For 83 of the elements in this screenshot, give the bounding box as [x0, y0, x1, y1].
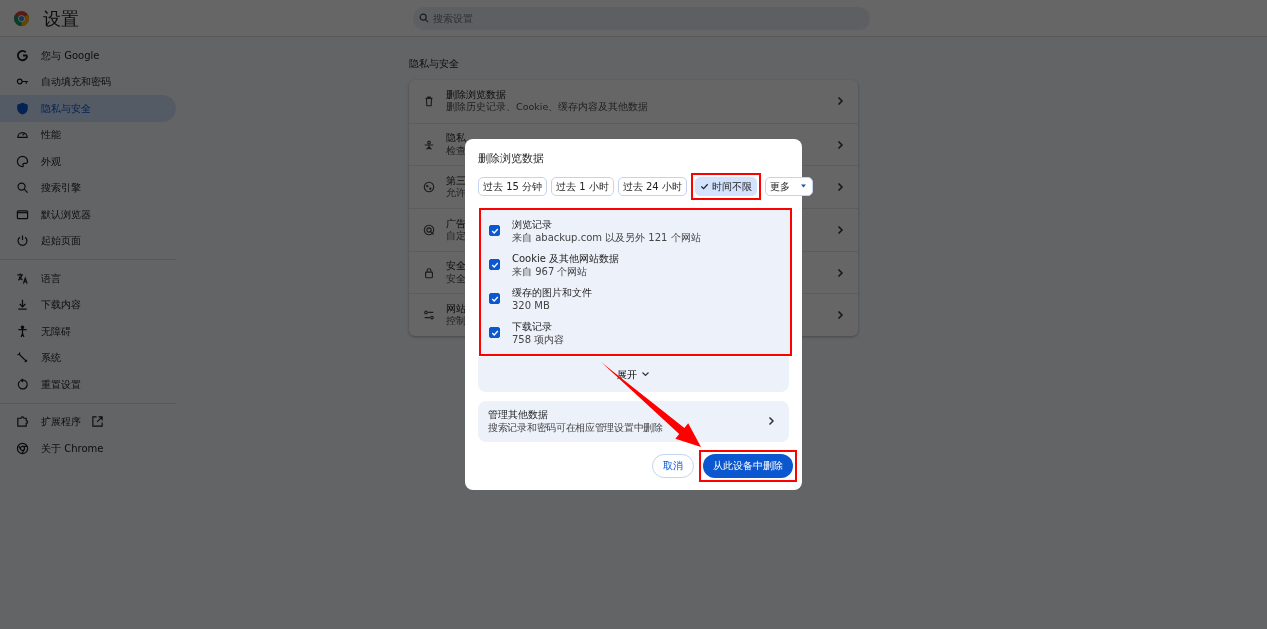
google-g-icon [16, 48, 29, 62]
row-subtitle: 安全 [446, 272, 466, 285]
lock-icon [423, 266, 435, 279]
expand-button[interactable]: 展开 [478, 356, 789, 392]
page-title: 设置 [43, 6, 80, 31]
checkbox[interactable] [489, 225, 500, 236]
accessibility-icon [16, 324, 29, 338]
translate-icon [16, 271, 29, 285]
shield-icon [16, 101, 29, 115]
checkbox-row[interactable]: 缓存的图片和文件 320 MB [481, 281, 790, 316]
chevron-right-icon [836, 182, 844, 193]
sidebar-item[interactable]: 系统 [0, 344, 176, 371]
item-detail: 320 MB [512, 298, 551, 312]
checkbox[interactable] [489, 293, 500, 304]
row-title: 广告 [446, 217, 466, 230]
checkbox[interactable] [489, 259, 500, 270]
row-title: 删除浏览数据 [446, 89, 506, 102]
target-icon [423, 223, 435, 236]
row-title: 第三 [446, 174, 466, 188]
time-range-chip[interactable]: 时间不限 [694, 176, 757, 196]
row-title: 网站 [446, 302, 466, 316]
trash-icon [423, 95, 435, 108]
sliders-icon [423, 309, 435, 322]
checkbox[interactable] [489, 327, 500, 338]
item-title: 浏览记录 [512, 217, 553, 231]
sidebar-item[interactable]: 起始页面 [0, 227, 176, 254]
row-subtitle: 控制 [446, 315, 466, 328]
chevron-right-icon [836, 139, 844, 150]
row-subtitle: 允许 [446, 187, 466, 200]
chevron-right-icon [836, 310, 844, 321]
check-icon [699, 181, 709, 191]
sidebar-item[interactable]: 扩展程序 [0, 408, 176, 435]
row-subtitle: 搜索记录和密码可在相应管理设置中删除 [488, 421, 664, 434]
sidebar-item[interactable]: 关于 Chrome [0, 435, 176, 462]
item-title: 缓存的图片和文件 [512, 285, 592, 299]
sidebar-item[interactable]: 重置设置 [0, 371, 176, 398]
time-range-chip[interactable]: 过去 1 小时 [551, 176, 614, 196]
sidebar-item[interactable]: 无障碍 [0, 318, 176, 345]
search-icon [419, 13, 429, 23]
browser-window-icon [16, 207, 29, 221]
section-title: 隐私与安全 [409, 57, 460, 71]
item-detail: 来自 967 个网站 [512, 264, 589, 278]
delete-button[interactable]: 从此设备中删除 [703, 453, 793, 478]
chrome-icon [16, 441, 29, 455]
chevron-down-icon [641, 371, 650, 377]
palette-icon [16, 154, 29, 168]
time-range-chip[interactable]: 过去 15 分钟 [478, 176, 548, 196]
cookie-icon [423, 181, 435, 194]
checkbox-row[interactable]: 下载记录 758 项内容 [481, 315, 790, 350]
sidebar-item[interactable]: 自动填充和密码 [0, 68, 176, 95]
sidebar-item[interactable]: 默认浏览器 [0, 201, 176, 228]
checkbox-row[interactable]: Cookie 及其他网站数据 来自 967 个网站 [481, 247, 790, 282]
chevron-right-icon [836, 96, 844, 107]
chrome-logo-icon [14, 10, 29, 26]
cancel-button[interactable]: 取消 [652, 453, 694, 478]
row-title: 隐私 [446, 132, 466, 145]
sidebar-item[interactable]: 隐私与安全 [0, 95, 176, 122]
sidebar-item[interactable]: 下载内容 [0, 291, 176, 318]
manage-data-row[interactable]: 管理其他数据 搜索记录和密码可在相应管理设置中删除 [478, 400, 789, 442]
reset-icon [16, 377, 29, 391]
puzzle-icon [16, 415, 29, 429]
sidebar-item[interactable]: 语言 [0, 265, 176, 292]
search-icon [16, 181, 29, 195]
chevron-right-icon [836, 224, 844, 235]
sidebar-item[interactable]: 搜索引擎 [0, 174, 176, 201]
row-title: 安全 [446, 260, 466, 273]
sidebar-item[interactable]: 您与 Google [0, 42, 176, 69]
sidebar-item[interactable]: 外观 [0, 148, 176, 175]
row-subtitle: 检查 [446, 144, 466, 157]
item-detail: 758 项内容 [512, 332, 565, 346]
item-title: 下载记录 [512, 319, 553, 333]
checkbox-row[interactable]: 浏览记录 来自 abackup.com 以及另外 121 个网站 [481, 213, 790, 248]
row-title: 管理其他数据 [488, 408, 549, 421]
row-subtitle: 自定 [446, 229, 466, 243]
item-detail: 来自 abackup.com 以及另外 121 个网站 [512, 230, 701, 244]
item-title: Cookie 及其他网站数据 [512, 251, 620, 265]
dialog-title: 删除浏览数据 [478, 151, 545, 167]
power-icon [16, 234, 29, 248]
download-icon [16, 298, 29, 312]
time-range-chip[interactable]: 过去 24 小时 [617, 176, 687, 196]
more-dropdown[interactable]: 更多 [764, 176, 813, 196]
chevron-right-icon [767, 416, 775, 426]
chevron-right-icon [836, 267, 844, 278]
